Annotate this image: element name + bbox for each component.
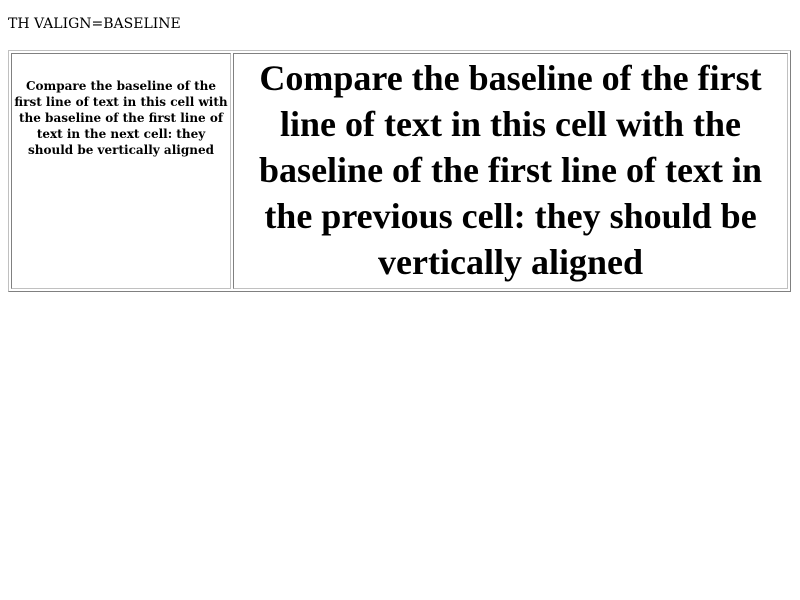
table-row: Compare the baseline of the first line o… [11,53,788,289]
baseline-test-table: Compare the baseline of the first line o… [8,50,791,292]
cell-text-small: Compare the baseline of the first line o… [14,79,228,157]
page-title: TH VALIGN=BASELINE [8,16,181,32]
cell-text-large: Compare the baseline of the first line o… [259,58,762,282]
header-cell-large: Compare the baseline of the first line o… [233,53,788,289]
header-cell-small: Compare the baseline of the first line o… [11,53,231,289]
